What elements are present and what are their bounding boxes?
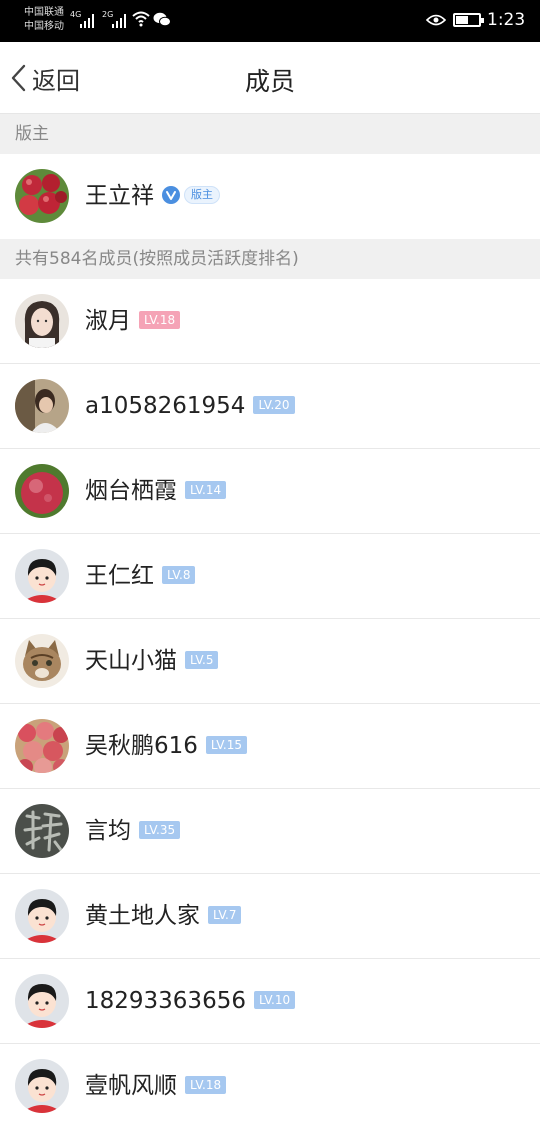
member-info: 壹帆风顺 LV.18 — [85, 1044, 227, 1122]
level-badge: LV.10 — [253, 990, 296, 1009]
member-section-header: 共有584名成员(按照成员活跃度排名) — [0, 239, 540, 279]
avatar — [15, 1059, 69, 1113]
member-info: 18293363656 LV.10 — [85, 959, 296, 1044]
member-row[interactable]: 言均 LV.35 — [0, 789, 540, 874]
member-name: 黄土地人家 — [85, 903, 200, 929]
level-badge: LV.7 — [208, 905, 242, 924]
avatar — [15, 634, 69, 688]
level-badge: LV.8 — [162, 565, 196, 584]
member-name: 天山小猫 — [85, 648, 177, 674]
eye-comfort-icon — [426, 14, 446, 26]
level-badge: LV.18 — [139, 310, 181, 329]
avatar — [15, 169, 69, 223]
battery-level — [456, 16, 468, 24]
carrier-1: 中国联通 — [24, 7, 64, 18]
member-info: 王仁红 LV.8 — [85, 534, 196, 619]
level-badge: LV.20 — [253, 395, 295, 414]
member-info: 淑月 LV.18 — [85, 279, 181, 364]
level-badge: LV.35 — [139, 820, 181, 839]
member-name: 烟台栖霞 — [85, 478, 177, 504]
default-cartoon-avatar-image — [15, 549, 69, 603]
red-apple-avatar-image — [15, 464, 69, 518]
level-badge: LV.18 — [185, 1075, 227, 1094]
wechat-icon — [153, 12, 171, 27]
avatar — [15, 804, 69, 858]
avatar — [15, 549, 69, 603]
member-row[interactable]: a1058261954 LV.20 — [0, 364, 540, 449]
portrait-woman-avatar-image — [15, 294, 69, 348]
member-name: a1058261954 — [85, 393, 246, 419]
owner-badge: 版主 — [184, 185, 220, 204]
wifi-icon — [132, 11, 150, 27]
default-cartoon-avatar-image — [15, 889, 69, 943]
portrait-dark-avatar-image — [15, 379, 69, 433]
clock: 1:23 — [487, 10, 526, 30]
apple-pile-avatar-image — [15, 719, 69, 773]
owner-name: 王立祥 — [85, 183, 154, 209]
avatar — [15, 974, 69, 1028]
member-name: 18293363656 — [85, 988, 246, 1014]
owner-row[interactable]: 王立祥 版主 — [0, 154, 540, 239]
member-name: 言均 — [85, 818, 131, 844]
nav-bar: 返回 成员 — [0, 42, 540, 114]
battery-icon — [453, 13, 484, 27]
signal-1-icon — [80, 12, 96, 28]
avatar — [15, 294, 69, 348]
member-info: 吴秋鹏616 LV.15 — [85, 704, 248, 789]
member-name: 王仁红 — [85, 563, 154, 589]
member-info: 烟台栖霞 LV.14 — [85, 449, 227, 534]
owner-info: 王立祥 版主 — [85, 154, 220, 239]
kitten-avatar-image — [15, 634, 69, 688]
level-badge: LV.14 — [185, 480, 227, 499]
member-name: 壹帆风顺 — [85, 1073, 177, 1099]
page-title: 成员 — [244, 67, 295, 96]
member-name: 吴秋鹏616 — [85, 733, 198, 759]
member-row[interactable]: 烟台栖霞 LV.14 — [0, 449, 540, 534]
carrier-2: 中国移动 — [24, 21, 64, 32]
status-bar: 中国联通 中国移动 4G 2G 1:23 — [0, 0, 540, 42]
avatar — [15, 464, 69, 518]
member-row[interactable]: 黄土地人家 LV.7 — [0, 874, 540, 959]
verified-icon — [162, 185, 180, 204]
member-row[interactable]: 王仁红 LV.8 — [0, 534, 540, 619]
level-badge: LV.5 — [185, 650, 219, 669]
avatar — [15, 889, 69, 943]
member-info: 黄土地人家 LV.7 — [85, 874, 242, 959]
owner-section-header: 版主 — [0, 114, 540, 154]
member-name: 淑月 — [85, 308, 131, 334]
member-row[interactable]: 吴秋鹏616 LV.15 — [0, 704, 540, 789]
avatar — [15, 379, 69, 433]
default-cartoon-avatar-image — [15, 974, 69, 1028]
member-row[interactable]: 淑月 LV.18 — [0, 279, 540, 364]
level-badge: LV.15 — [205, 735, 248, 754]
calligraphy-avatar-image — [15, 804, 69, 858]
member-info: 言均 LV.35 — [85, 789, 181, 874]
carrier-labels: 中国联通 中国移动 — [24, 6, 64, 34]
default-cartoon-avatar-image — [15, 1059, 69, 1113]
signal-2-icon — [112, 12, 128, 28]
member-row[interactable]: 天山小猫 LV.5 — [0, 619, 540, 704]
member-row[interactable]: 壹帆风顺 LV.18 — [0, 1044, 540, 1122]
member-info: a1058261954 LV.20 — [85, 364, 295, 449]
member-info: 天山小猫 LV.5 — [85, 619, 219, 704]
avatar — [15, 719, 69, 773]
member-row[interactable]: 18293363656 LV.10 — [0, 959, 540, 1044]
